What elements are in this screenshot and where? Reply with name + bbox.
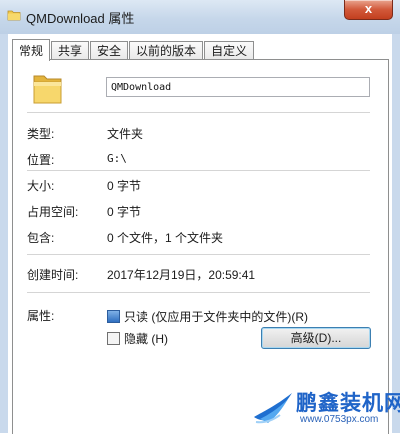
attributes-label: 属性: (27, 309, 55, 323)
tab-security[interactable]: 安全 (90, 41, 129, 60)
window-frame-left (0, 34, 8, 433)
tab-previous-versions[interactable]: 以前的版本 (129, 41, 204, 60)
divider (27, 254, 370, 255)
folder-name-input[interactable]: QMDownload (106, 77, 370, 97)
folder-icon (7, 10, 21, 21)
size-on-disk-label: 占用空间: (27, 205, 79, 219)
window-frame-right (392, 34, 400, 433)
contains-label: 包含: (27, 231, 55, 245)
tab-strip: 常规 共享 安全 以前的版本 自定义 (12, 38, 255, 61)
watermark-url: www.0753px.com (300, 414, 379, 425)
divider (27, 170, 370, 171)
location-value: G:\ (107, 152, 127, 165)
title-bar: QMDownload 属性 x (0, 0, 400, 34)
location-label: 位置: (27, 153, 55, 167)
close-button[interactable]: x (344, 0, 393, 20)
tab-customize[interactable]: 自定义 (204, 41, 255, 60)
watermark-logo: 鹏鑫装机网 www.0753px.com (252, 387, 400, 431)
close-icon: x (364, 1, 373, 16)
divider (27, 292, 370, 293)
type-label: 类型: (27, 127, 55, 141)
window-title: QMDownload 属性 (26, 11, 135, 26)
tab-sharing[interactable]: 共享 (51, 41, 90, 60)
advanced-button[interactable]: 高级(D)... (261, 327, 371, 349)
tab-general[interactable]: 常规 (12, 39, 51, 61)
type-value: 文件夹 (107, 127, 144, 141)
folder-large-icon (33, 75, 62, 104)
size-label: 大小: (27, 179, 55, 193)
hidden-checkbox[interactable] (107, 332, 120, 345)
readonly-checkbox[interactable] (107, 310, 120, 323)
general-panel (12, 59, 389, 434)
contains-value: 0 个文件，1 个文件夹 (107, 231, 224, 245)
created-value: 2017年12月19日，20:59:41 (107, 268, 256, 282)
bird-logo-icon (254, 393, 292, 424)
size-on-disk-value: 0 字节 (107, 205, 142, 219)
divider (27, 112, 370, 113)
size-value: 0 字节 (107, 179, 142, 193)
watermark-brand: 鹏鑫装机网 (296, 392, 400, 415)
readonly-checkbox-label[interactable]: 只读 (仅应用于文件夹中的文件)(R) (124, 308, 308, 325)
created-label: 创建时间: (27, 268, 79, 282)
hidden-checkbox-label[interactable]: 隐藏 (H) (124, 330, 168, 347)
